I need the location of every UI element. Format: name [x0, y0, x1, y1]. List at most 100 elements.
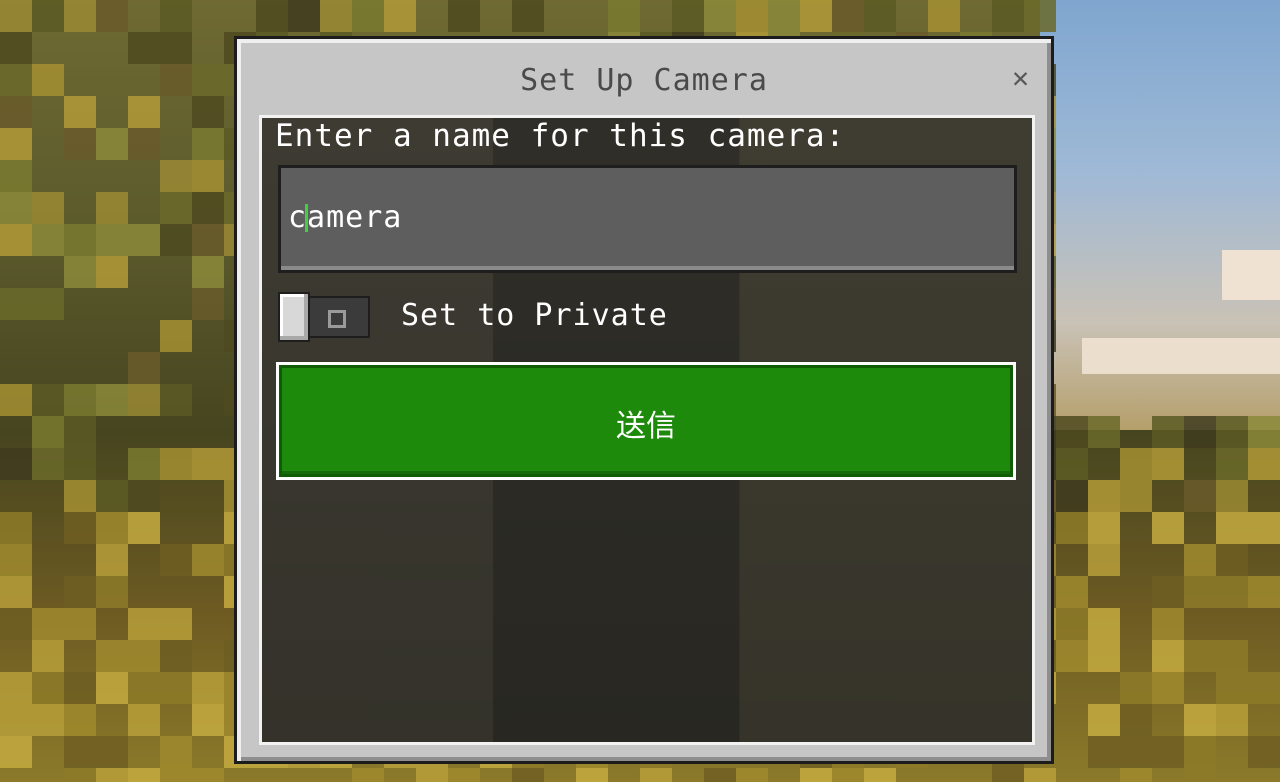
- foliage-block: [192, 704, 224, 736]
- foliage-block: [160, 672, 192, 704]
- foliage-block: [128, 384, 160, 416]
- foliage-block: [1024, 768, 1056, 782]
- foliage-block: [96, 0, 128, 32]
- foliage-block: [1088, 736, 1120, 768]
- foliage-block: [1056, 608, 1088, 640]
- foliage-block: [160, 544, 192, 576]
- foliage-block: [160, 448, 192, 480]
- foliage-block: [320, 0, 352, 32]
- foliage-block: [96, 768, 128, 782]
- foliage-block: [672, 0, 704, 32]
- foliage-block: [1248, 512, 1280, 544]
- foliage-block: [1216, 576, 1248, 608]
- foliage-block: [1120, 768, 1152, 782]
- foliage-block: [32, 704, 64, 736]
- foliage-block: [160, 608, 192, 640]
- camera-name-input[interactable]: camera: [278, 165, 1017, 273]
- foliage-block: [736, 768, 768, 782]
- foliage-block: [32, 608, 64, 640]
- foliage-block: [64, 736, 96, 768]
- foliage-block: [64, 96, 96, 128]
- foliage-block: [0, 736, 32, 768]
- foliage-block: [1248, 736, 1280, 768]
- foliage-block: [128, 32, 160, 64]
- foliage-block: [1120, 704, 1152, 736]
- foliage-block: [1184, 768, 1216, 782]
- foliage-block: [128, 672, 160, 704]
- foliage-block: [96, 672, 128, 704]
- foliage-block: [1216, 448, 1248, 480]
- submit-button[interactable]: 送信: [276, 362, 1016, 480]
- foliage-block: [1152, 608, 1184, 640]
- foliage-block: [96, 640, 128, 672]
- foliage-block: [0, 160, 32, 192]
- foliage-block: [1088, 416, 1120, 448]
- foliage-block: [64, 512, 96, 544]
- foliage-block: [160, 640, 192, 672]
- close-button[interactable]: ✕: [1012, 63, 1029, 93]
- foliage-block: [96, 480, 128, 512]
- foliage-block: [1120, 480, 1152, 512]
- foliage-block: [96, 128, 128, 160]
- foliage-block: [800, 0, 832, 32]
- foliage-block: [192, 672, 224, 704]
- foliage-block: [1248, 672, 1280, 704]
- foliage-block: [1024, 0, 1056, 32]
- foliage-block: [0, 32, 32, 64]
- foliage-block: [64, 224, 96, 256]
- foliage-block: [64, 384, 96, 416]
- foliage-block: [32, 288, 64, 320]
- foliage-block: [1056, 512, 1088, 544]
- foliage-block: [32, 224, 64, 256]
- foliage-block: [1152, 576, 1184, 608]
- foliage-block: [96, 224, 128, 256]
- foliage-block: [1056, 576, 1088, 608]
- foliage-block: [160, 384, 192, 416]
- foliage-block: [32, 448, 64, 480]
- foliage-block: [1216, 640, 1248, 672]
- foliage-block: [1056, 480, 1088, 512]
- foliage-block: [160, 64, 192, 96]
- foliage-block: [736, 0, 768, 32]
- foliage-block: [64, 704, 96, 736]
- foliage-block: [192, 288, 224, 320]
- foliage-block: [32, 384, 64, 416]
- foliage-block: [1152, 736, 1184, 768]
- foliage-block: [0, 96, 32, 128]
- foliage-block: [192, 64, 224, 96]
- text-caret: [305, 204, 308, 232]
- foliage-block: [1248, 576, 1280, 608]
- foliage-block: [640, 768, 672, 782]
- foliage-block: [1088, 544, 1120, 576]
- set-up-camera-dialog: Set Up Camera ✕ Enter a name for this ca…: [234, 36, 1054, 764]
- foliage-block: [1184, 704, 1216, 736]
- foliage-block: [160, 320, 192, 352]
- foliage-block: [192, 128, 224, 160]
- foliage-block: [1216, 512, 1248, 544]
- foliage-block: [800, 768, 832, 782]
- foliage-block: [96, 736, 128, 768]
- foliage-block: [992, 0, 1024, 32]
- foliage-block: [128, 608, 160, 640]
- foliage-block: [1216, 672, 1248, 704]
- foliage-block: [1088, 512, 1120, 544]
- foliage-block: [1184, 416, 1216, 448]
- foliage-block: [448, 0, 480, 32]
- foliage-block: [448, 768, 480, 782]
- foliage-block: [864, 0, 896, 32]
- foliage-block: [256, 0, 288, 32]
- foliage-block: [64, 576, 96, 608]
- foliage-block: [96, 256, 128, 288]
- cloud: [1082, 338, 1280, 374]
- foliage-block: [352, 768, 384, 782]
- foliage-block: [64, 448, 96, 480]
- private-toggle[interactable]: [278, 292, 372, 342]
- foliage-block: [128, 224, 160, 256]
- toggle-knob[interactable]: [278, 292, 310, 342]
- foliage-block: [96, 576, 128, 608]
- foliage-block: [160, 32, 192, 64]
- foliage-block: [704, 0, 736, 32]
- foliage-block: [704, 768, 736, 782]
- foliage-block: [608, 0, 640, 32]
- foliage-block: [0, 672, 32, 704]
